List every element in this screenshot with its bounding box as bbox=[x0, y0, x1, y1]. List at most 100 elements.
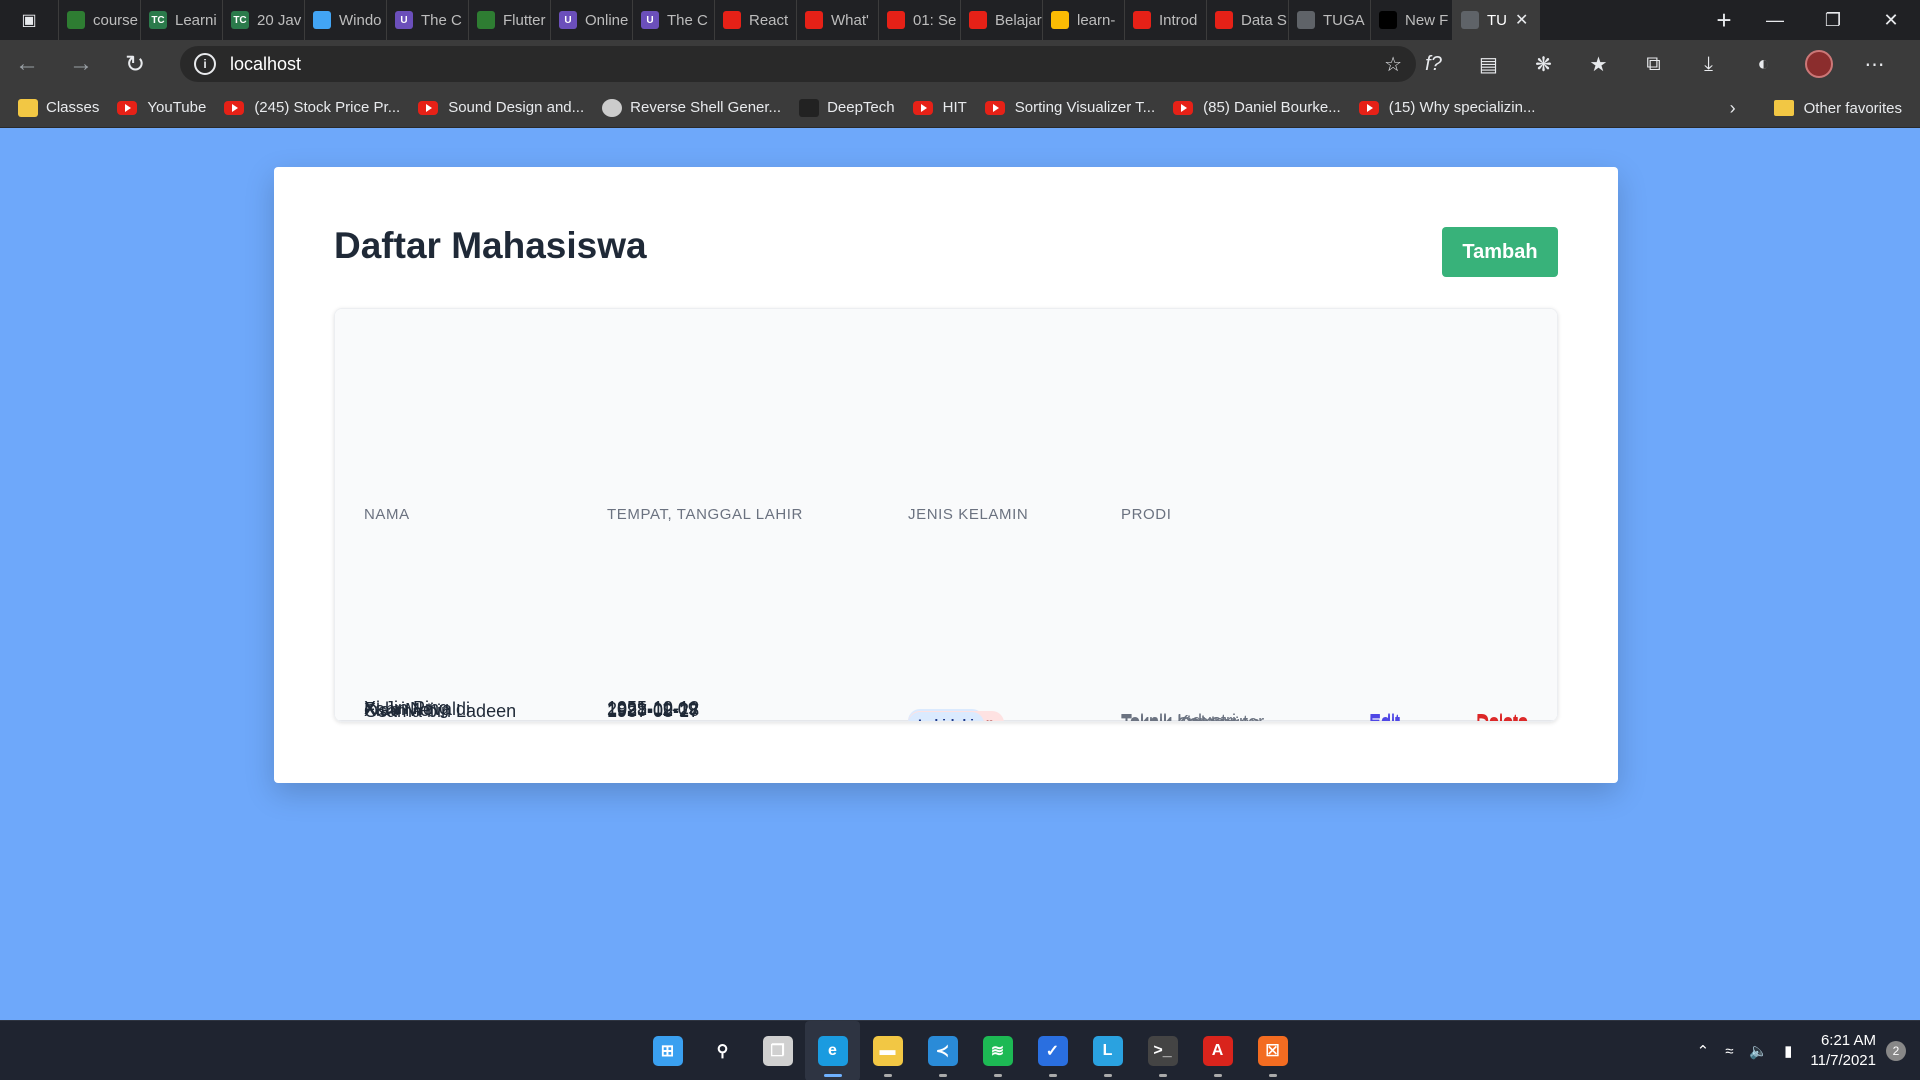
taskbar-app[interactable]: ⚲ bbox=[695, 1021, 750, 1080]
browser-tab[interactable]: TC 20 Jav bbox=[222, 0, 304, 40]
notification-badge[interactable]: 2 bbox=[1886, 1041, 1906, 1061]
bookmark-item[interactable]: HIT bbox=[912, 99, 967, 116]
other-favorites-link[interactable]: Other favorites bbox=[1804, 100, 1902, 117]
bookmark-item[interactable]: (245) Stock Price Pr... bbox=[224, 99, 400, 116]
formula-extension-icon[interactable]: f? bbox=[1406, 40, 1461, 88]
classroom-icon bbox=[1297, 11, 1315, 29]
taskbar-app[interactable]: ☒ bbox=[1245, 1021, 1300, 1080]
notes-extension-icon[interactable]: ▤ bbox=[1461, 40, 1516, 88]
tab-actions-menu-icon[interactable]: ▣ bbox=[0, 0, 58, 40]
bookmark-item[interactable]: Classes bbox=[18, 98, 99, 117]
bookmark-label: Reverse Shell Gener... bbox=[630, 99, 782, 116]
browser-tab[interactable]: TC Learni bbox=[140, 0, 222, 40]
edge-icon: e bbox=[817, 1036, 848, 1066]
collections-icon[interactable]: ⧉ bbox=[1626, 40, 1681, 88]
bookmark-label: (245) Stock Price Pr... bbox=[254, 99, 401, 116]
minimize-icon[interactable]: — bbox=[1746, 0, 1804, 40]
taskbar-app[interactable]: e bbox=[805, 1021, 860, 1080]
bookmark-item[interactable]: Sorting Visualizer T... bbox=[984, 99, 1155, 116]
performance-icon[interactable]: ◐ bbox=[1736, 40, 1791, 88]
tc-icon: TC bbox=[149, 11, 167, 29]
taskbar-app[interactable]: ❐ bbox=[750, 1021, 805, 1080]
bookmark-item[interactable]: Sound Design and... bbox=[418, 99, 584, 116]
bookmark-item[interactable]: (15) Why specializin... bbox=[1358, 99, 1535, 116]
bookmark-item[interactable]: DeepTech bbox=[799, 98, 895, 117]
browser-tab[interactable]: Data S bbox=[1206, 0, 1288, 40]
toolbar-extensions: f? ▤ ❋ ★ ⧉ ⤓ ◐ ⋯ bbox=[1406, 40, 1902, 88]
browser-tab[interactable]: U The C bbox=[386, 0, 468, 40]
edit-link[interactable]: Edit bbox=[1369, 714, 1400, 722]
running-indicator bbox=[1103, 1074, 1112, 1077]
browser-tab[interactable]: React bbox=[714, 0, 796, 40]
delete-link[interactable]: Delete bbox=[1476, 714, 1528, 722]
running-indicator bbox=[938, 1074, 947, 1077]
youtube-icon bbox=[224, 100, 245, 115]
close-tab-icon[interactable]: ✕ bbox=[1515, 10, 1528, 30]
search-icon: ⚲ bbox=[716, 1043, 729, 1060]
extensions-icon[interactable]: ❋ bbox=[1516, 40, 1571, 88]
forward-icon[interactable]: → bbox=[54, 40, 108, 88]
running-indicator bbox=[1268, 1074, 1277, 1077]
browser-tab[interactable]: Belajar bbox=[960, 0, 1042, 40]
taskbar-app[interactable]: ⊞ bbox=[640, 1021, 695, 1080]
udemy-icon: U bbox=[559, 11, 577, 29]
running-indicator bbox=[993, 1074, 1002, 1077]
browser-tab[interactable]: Flutter bbox=[468, 0, 550, 40]
chevron-right-icon[interactable]: › bbox=[1730, 98, 1736, 119]
chevron-up-icon[interactable]: ⌃ bbox=[1697, 1042, 1710, 1060]
browser-tab[interactable]: 01: Se bbox=[878, 0, 960, 40]
browser-tab[interactable]: Introd bbox=[1124, 0, 1206, 40]
bookmark-item[interactable]: YouTube bbox=[117, 99, 206, 116]
table-header: NAMA TEMPAT, TANGGAL LAHIR JENIS KELAMIN… bbox=[335, 309, 1557, 721]
restore-icon[interactable]: ❐ bbox=[1804, 0, 1862, 40]
clock[interactable]: 6:21 AM 11/7/2021 bbox=[1810, 1031, 1876, 1071]
vscode-icon: ≺ bbox=[927, 1036, 958, 1066]
add-student-button[interactable]: Tambah bbox=[1442, 227, 1558, 277]
browser-tab[interactable]: What' bbox=[796, 0, 878, 40]
more-options-icon[interactable]: ⋯ bbox=[1847, 40, 1902, 88]
browser-tab[interactable]: Windo bbox=[304, 0, 386, 40]
bookmark-label: YouTube bbox=[147, 99, 207, 116]
classroom-icon bbox=[18, 98, 38, 117]
browser-tab[interactable]: learn- bbox=[1042, 0, 1124, 40]
add-favorite-icon[interactable]: ☆ bbox=[1384, 52, 1402, 77]
taskbar-app[interactable]: >_ bbox=[1135, 1021, 1190, 1080]
browser-tab[interactable]: TU ✕ bbox=[1452, 0, 1540, 40]
taskbar-app[interactable]: ≺ bbox=[915, 1021, 970, 1080]
taskbar-app[interactable]: ≋ bbox=[970, 1021, 1025, 1080]
browser-tab[interactable]: U Online bbox=[550, 0, 632, 40]
browser-tab[interactable]: course bbox=[58, 0, 140, 40]
battery-icon[interactable]: ▮ bbox=[1784, 1042, 1792, 1060]
taskbar-app[interactable]: ✓ bbox=[1025, 1021, 1080, 1080]
bookmark-item[interactable]: Reverse Shell Gener... bbox=[602, 98, 782, 117]
profile-avatar[interactable] bbox=[1805, 50, 1833, 78]
column-header-ttl: TEMPAT, TANGGAL LAHIR bbox=[607, 506, 803, 523]
bookmark-label: HIT bbox=[942, 99, 967, 116]
favorites-icon[interactable]: ★ bbox=[1571, 40, 1626, 88]
browser-tab[interactable]: U The C bbox=[632, 0, 714, 40]
taskbar-app[interactable]: A bbox=[1190, 1021, 1245, 1080]
site-info-icon[interactable]: i bbox=[194, 53, 216, 75]
bookmark-item[interactable]: (85) Daniel Bourke... bbox=[1173, 99, 1341, 116]
wifi-icon[interactable]: ≈ bbox=[1725, 1043, 1733, 1060]
browser-tab[interactable]: TUGA bbox=[1288, 0, 1370, 40]
students-table: NAMA TEMPAT, TANGGAL LAHIR JENIS KELAMIN… bbox=[334, 308, 1558, 722]
drive-icon bbox=[1051, 11, 1069, 29]
gender-cell: Laki-laki bbox=[908, 712, 985, 721]
udemy-icon: U bbox=[395, 11, 413, 29]
browser-tab[interactable]: New F bbox=[1370, 0, 1452, 40]
youtube-icon bbox=[984, 100, 1005, 115]
page-icon bbox=[1461, 11, 1479, 29]
address-bar[interactable]: i localhost ☆ bbox=[180, 46, 1416, 82]
refresh-icon[interactable]: ↻ bbox=[108, 40, 162, 88]
url-text[interactable]: localhost bbox=[230, 54, 301, 75]
taskbar-app[interactable]: ▬ bbox=[860, 1021, 915, 1080]
bookmark-label: Sound Design and... bbox=[448, 99, 585, 116]
back-icon[interactable]: ← bbox=[0, 40, 54, 88]
taskbar-app[interactable]: L bbox=[1080, 1021, 1135, 1080]
volume-icon[interactable]: 🔈 bbox=[1749, 1042, 1768, 1060]
youtube-icon bbox=[912, 100, 933, 115]
close-window-icon[interactable]: ✕ bbox=[1862, 0, 1920, 40]
downloads-icon[interactable]: ⤓ bbox=[1681, 40, 1736, 88]
new-tab-button[interactable]: + bbox=[1702, 0, 1746, 40]
